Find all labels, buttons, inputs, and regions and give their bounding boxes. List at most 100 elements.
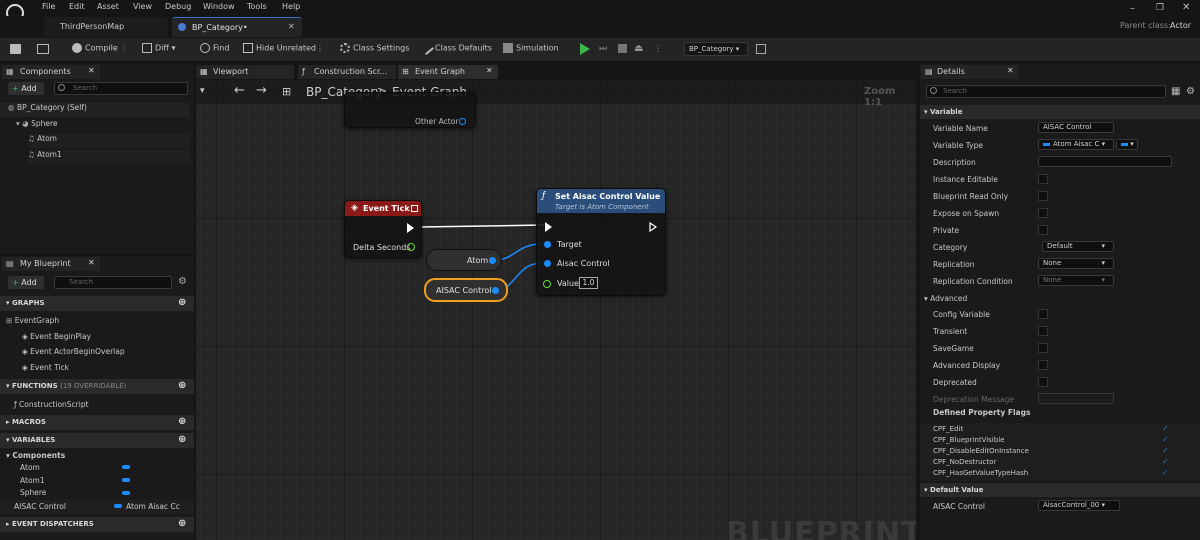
aisac-variable-node[interactable]: AISAC Control xyxy=(424,278,508,302)
value-pin[interactable] xyxy=(543,280,551,288)
transient-checkbox[interactable] xyxy=(1038,326,1048,336)
description-input[interactable] xyxy=(1038,156,1172,167)
menu-asset[interactable]: Asset xyxy=(97,2,119,11)
deprecated-checkbox[interactable] xyxy=(1038,377,1048,387)
event-tick-node[interactable]: ◈ Event Tick Delta Seconds xyxy=(344,200,422,258)
components-search-input[interactable]: Search xyxy=(54,82,188,95)
component-sphere[interactable]: ▾ ◕ Sphere xyxy=(16,119,58,128)
advanced-section[interactable]: ▾ Advanced xyxy=(920,291,1200,305)
add-function-icon[interactable]: ⊕ xyxy=(178,380,186,391)
macros-section[interactable]: ▸ MACROS ⊕ xyxy=(0,415,194,430)
step-icon[interactable]: ⏭ xyxy=(599,44,609,54)
variables-section[interactable]: ▾ VARIABLES ⊕ xyxy=(0,433,194,448)
add-component-button[interactable]: + Add xyxy=(8,82,44,95)
target-pin[interactable] xyxy=(544,241,551,248)
exec-out-pin[interactable] xyxy=(649,222,658,232)
close-panel-icon[interactable]: ✕ xyxy=(88,66,95,75)
atom-variable-node[interactable]: Atom xyxy=(426,249,502,271)
exec-out-pin[interactable] xyxy=(407,223,414,233)
tab-thirdpersonmap[interactable]: ThirdPersonMap xyxy=(44,17,168,37)
default-aisac-select[interactable]: AisacControl_00 ▾ xyxy=(1038,500,1120,511)
class-settings-button[interactable]: Class Settings xyxy=(340,43,409,57)
gear-icon[interactable]: ⚙ xyxy=(178,276,187,287)
my-blueprint-search-input[interactable]: Search xyxy=(54,276,172,289)
menu-tools[interactable]: Tools xyxy=(247,2,267,11)
tab-viewport[interactable]: ▦ Viewport xyxy=(196,65,294,79)
replication-condition-select[interactable]: None ▾ xyxy=(1038,275,1114,286)
tab-event-graph[interactable]: ⊞ Event Graph ✕ xyxy=(398,65,498,79)
class-defaults-button[interactable]: Class Defaults xyxy=(419,40,492,57)
value-input[interactable]: 1.0 xyxy=(579,277,598,289)
browse-icon[interactable] xyxy=(37,44,49,54)
menu-window[interactable]: Window xyxy=(203,2,235,11)
event-actorbeginoverlap-item[interactable]: ◈ Event ActorBeginOverlap xyxy=(22,347,125,356)
aisac-control-pin[interactable] xyxy=(544,260,551,267)
restore-icon[interactable]: ❐ xyxy=(1156,3,1164,13)
atom-out-pin[interactable] xyxy=(489,257,496,264)
aisac-out-pin[interactable] xyxy=(492,287,499,294)
event-tick-item[interactable]: ◈ Event Tick xyxy=(22,363,69,372)
replication-select[interactable]: None ▾ xyxy=(1038,258,1114,269)
close-window-icon[interactable]: ✕ xyxy=(1182,2,1190,13)
menu-edit[interactable]: Edit xyxy=(69,2,85,11)
add-macro-icon[interactable]: ⊕ xyxy=(178,416,186,427)
settings-icon[interactable]: ⚙ xyxy=(1186,86,1195,97)
compile-button[interactable]: Compile ⋮ xyxy=(72,43,128,57)
event-graph-item[interactable]: ⊞ EventGraph xyxy=(6,316,59,325)
variable-sphere[interactable]: Sphere xyxy=(20,488,46,497)
components-tab[interactable]: ▦ Components ✕ xyxy=(2,65,100,79)
variable-name-input[interactable]: AISAC Control xyxy=(1038,122,1114,133)
delta-seconds-pin[interactable] xyxy=(407,243,415,251)
variable-atom1[interactable]: Atom1 xyxy=(20,476,45,485)
diff-button[interactable]: Diff ▾ xyxy=(142,43,175,57)
close-tab-icon[interactable]: ✕ xyxy=(486,66,493,75)
functions-section[interactable]: ▾ FUNCTIONS (19 OVERRIDABLE) ⊕ xyxy=(0,379,194,394)
add-dispatcher-icon[interactable]: ⊕ xyxy=(178,518,186,529)
event-beginplay-item[interactable]: ◈ Event BeginPlay xyxy=(22,332,91,341)
play-icon[interactable] xyxy=(580,43,590,55)
event-delegate-pin[interactable] xyxy=(411,205,418,212)
debug-object-select[interactable]: BP_Category ▾ xyxy=(684,42,748,56)
details-tab[interactable]: ▤ Details ✕ xyxy=(921,65,1019,79)
grid-view-icon[interactable]: ▦ xyxy=(1171,86,1180,97)
construction-script-item[interactable]: ƒ ConstructionScript xyxy=(14,400,89,409)
add-variable-icon[interactable]: ⊕ xyxy=(178,434,186,445)
close-tab-icon[interactable]: ✕ xyxy=(288,22,295,31)
event-graph-canvas[interactable]: ▾ ← → ⊞ BP_Category > Event Graph Zoom 1… xyxy=(196,80,916,540)
component-atom[interactable]: ♫ Atom xyxy=(28,134,190,148)
bp-read-only-checkbox[interactable] xyxy=(1038,191,1048,201)
component-self[interactable]: ◍ BP_Category (Self) xyxy=(0,103,190,117)
stop-icon[interactable] xyxy=(618,44,627,53)
container-type-select[interactable]: ▾ xyxy=(1116,139,1138,150)
category-select[interactable]: Default ▾ xyxy=(1042,241,1114,252)
save-icon[interactable] xyxy=(10,44,21,54)
minimize-icon[interactable]: – xyxy=(1130,3,1135,14)
menu-view[interactable]: View xyxy=(133,2,152,11)
deprecation-message-input[interactable] xyxy=(1038,393,1114,404)
toolbar-more-icon[interactable]: ⋮ xyxy=(316,44,324,53)
close-panel-icon[interactable]: ✕ xyxy=(1007,66,1014,75)
menu-file[interactable]: File xyxy=(42,2,55,11)
advanced-display-checkbox[interactable] xyxy=(1038,360,1048,370)
add-member-button[interactable]: + Add xyxy=(8,276,44,289)
expose-spawn-checkbox[interactable] xyxy=(1038,208,1048,218)
debug-filter-icon[interactable] xyxy=(756,44,766,54)
add-graph-icon[interactable]: ⊕ xyxy=(178,297,186,308)
hide-unrelated-button[interactable]: Hide Unrelated xyxy=(243,43,316,57)
parent-class-value[interactable]: Actor xyxy=(1170,21,1191,30)
menu-debug[interactable]: Debug xyxy=(165,2,191,11)
variable-atom[interactable]: Atom xyxy=(20,463,40,472)
savegame-checkbox[interactable] xyxy=(1038,343,1048,353)
config-variable-checkbox[interactable] xyxy=(1038,309,1048,319)
set-aisac-control-node[interactable]: ƒ Set Aisac Control Value Target is Atom… xyxy=(536,188,666,296)
component-atom1[interactable]: ♫ Atom1 xyxy=(28,150,190,164)
simulation-button[interactable]: Simulation xyxy=(503,43,559,57)
tab-construction-script[interactable]: ƒ Construction Scr... xyxy=(298,65,396,79)
close-panel-icon[interactable]: ✕ xyxy=(88,258,95,267)
default-value-section[interactable]: ▾ Default Value xyxy=(920,483,1200,497)
event-dispatchers-section[interactable]: ▸ EVENT DISPATCHERS ⊕ xyxy=(0,517,194,532)
instance-editable-checkbox[interactable] xyxy=(1038,174,1048,184)
components-category[interactable]: ▾ Components xyxy=(6,451,65,460)
variable-aisac-control[interactable]: AISAC Control Atom Aisac Cc xyxy=(0,500,194,514)
menu-help[interactable]: Help xyxy=(282,2,300,11)
